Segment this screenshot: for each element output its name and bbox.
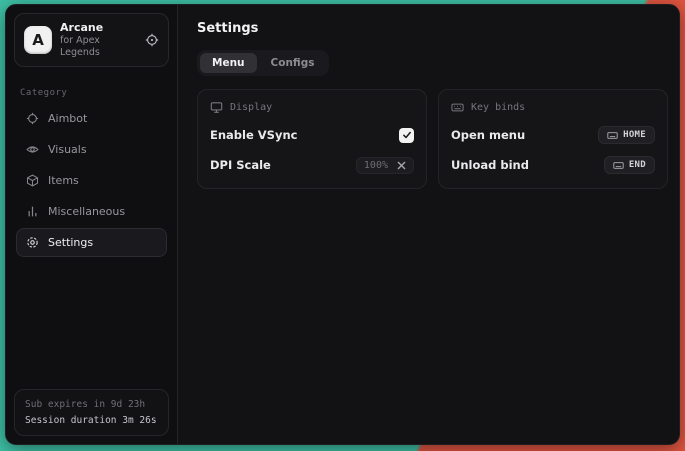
unload-bind-label: Unload bind: [451, 158, 529, 172]
tab-configs[interactable]: Configs: [259, 53, 327, 73]
main-panel: Settings Menu Configs Display Enable VSy…: [178, 5, 679, 444]
display-card-header: Display: [210, 101, 414, 114]
session-duration-text: Session duration 3m 26s: [25, 415, 158, 426]
unload-keybind-button[interactable]: END: [604, 156, 655, 174]
bars-icon: [26, 205, 39, 218]
app-window: A Arcane for Apex Legends Category: [5, 4, 680, 445]
dpi-scale-label: DPI Scale: [210, 158, 271, 172]
unload-key: END: [629, 160, 646, 170]
sidebar-item-label: Settings: [48, 236, 93, 249]
sidebar-item-aimbot[interactable]: Aimbot: [16, 104, 167, 133]
package-icon: [26, 174, 39, 187]
brand-logo: A: [24, 26, 52, 54]
keyboard-icon: [613, 160, 624, 171]
crosshair-icon: [26, 112, 39, 125]
display-card: Display Enable VSync DPI Scale 100%: [197, 89, 427, 189]
sub-expires-text: Sub expires in 9d 23h: [25, 399, 158, 410]
monitor-icon: [210, 101, 223, 114]
category-label: Category: [20, 88, 163, 98]
keyboard-icon: [451, 101, 464, 114]
unload-bind-row: Unload bind END: [451, 156, 655, 174]
clear-icon[interactable]: [397, 161, 406, 170]
vsync-row: Enable VSync: [210, 126, 414, 144]
open-menu-label: Open menu: [451, 128, 525, 142]
dpi-scale-row: DPI Scale 100%: [210, 156, 414, 174]
open-menu-keybind-button[interactable]: HOME: [598, 126, 655, 144]
display-card-title: Display: [230, 102, 272, 113]
open-menu-row: Open menu HOME: [451, 126, 655, 144]
sidebar-spacer: [6, 257, 177, 382]
sidebar-item-items[interactable]: Items: [16, 166, 167, 195]
keybinds-card: Key binds Open menu HOME Unload bin: [438, 89, 668, 189]
target-icon: [145, 33, 159, 47]
check-icon: [402, 130, 412, 140]
sidebar-item-label: Items: [48, 174, 79, 187]
sidebar-item-miscellaneous[interactable]: Miscellaneous: [16, 197, 167, 226]
brand-name: Arcane: [60, 21, 137, 35]
page-title: Settings: [197, 21, 668, 36]
brand-subtitle: for Apex Legends: [60, 35, 137, 59]
brand-text: Arcane for Apex Legends: [60, 21, 137, 59]
sidebar-item-label: Aimbot: [48, 112, 87, 125]
settings-tabs: Menu Configs: [197, 50, 329, 76]
dpi-scale-value: 100%: [364, 160, 388, 171]
subscription-info-card: Sub expires in 9d 23h Session duration 3…: [14, 389, 169, 436]
sidebar-item-label: Miscellaneous: [48, 205, 125, 218]
sidebar-item-settings[interactable]: Settings: [16, 228, 167, 257]
sidebar: A Arcane for Apex Legends Category: [6, 5, 178, 444]
open-menu-key: HOME: [623, 130, 646, 140]
eye-icon: [26, 143, 39, 156]
keybinds-card-title: Key binds: [471, 102, 525, 113]
sidebar-item-visuals[interactable]: Visuals: [16, 135, 167, 164]
vsync-checkbox[interactable]: [399, 128, 414, 143]
tab-menu[interactable]: Menu: [200, 53, 257, 73]
dpi-scale-input[interactable]: 100%: [356, 157, 414, 174]
vsync-label: Enable VSync: [210, 128, 297, 142]
brand-card: A Arcane for Apex Legends: [14, 13, 169, 67]
keybinds-card-header: Key binds: [451, 101, 655, 114]
gear-icon: [26, 236, 39, 249]
keyboard-icon: [607, 130, 618, 141]
category-nav: Aimbot Visuals Items: [6, 104, 177, 257]
sidebar-item-label: Visuals: [48, 143, 87, 156]
settings-cards: Display Enable VSync DPI Scale 100%: [197, 89, 668, 189]
